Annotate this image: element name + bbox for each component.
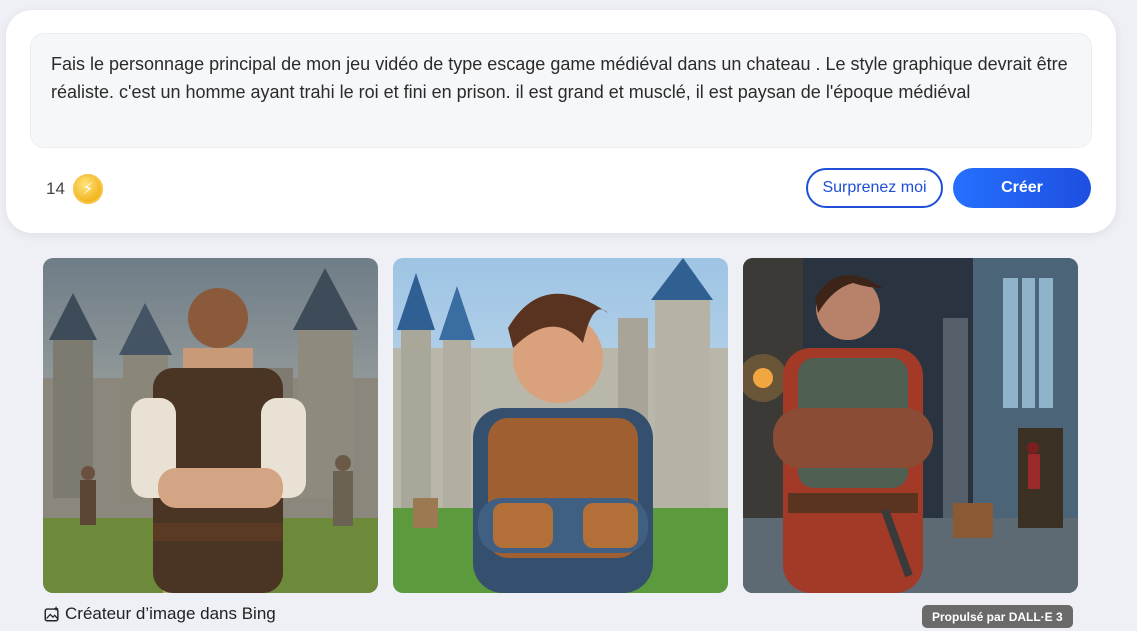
generated-image-3[interactable] [743,258,1078,593]
boost-coin-icon[interactable]: ⚡ [72,174,103,204]
prompt-card: Fais le personnage principal de mon jeu … [6,10,1116,233]
generated-image-2[interactable] [393,258,728,593]
creator-label[interactable]: Créateur d’image dans Bing [65,604,276,624]
surprise-me-button[interactable]: Surprenez moi [806,168,943,208]
create-button[interactable]: Créer [953,168,1091,208]
image-sparkle-icon [44,605,59,622]
image-castle-courtyard [43,258,378,593]
generated-image-1[interactable] [43,258,378,593]
image-castle-towers [393,258,728,593]
powered-by-label: Propulsé par DALL·E 3 [932,609,1063,624]
boost-credits[interactable]: 14 ⚡ [46,174,103,204]
prompt-input[interactable]: Fais le personnage principal de mon jeu … [30,33,1092,148]
image-castle-hall [743,258,1078,593]
image-creator-link[interactable]: Créateur d’image dans Bing [43,604,276,624]
prompt-text[interactable]: Fais le personnage principal de mon jeu … [51,54,1068,102]
credits-count: 14 [46,179,65,198]
powered-by-badge: Propulsé par DALL·E 3 [922,605,1073,628]
